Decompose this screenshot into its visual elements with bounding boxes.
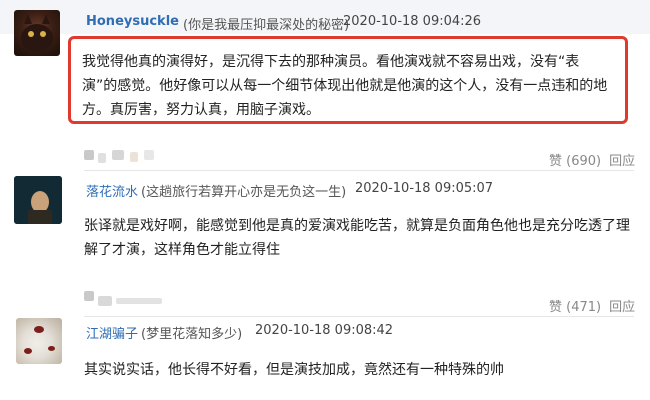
avatar[interactable] xyxy=(14,176,62,224)
blurred-user-marker xyxy=(98,153,106,163)
comment-signature: (你是我最压抑最深处的秘密) xyxy=(183,18,350,33)
lychee-spot xyxy=(24,348,32,354)
blurred-user-marker xyxy=(116,298,162,304)
avatar[interactable] xyxy=(16,318,62,364)
blurred-user-marker xyxy=(84,150,94,160)
comment-signature: (这趟旅行若算开心亦是无负这一生) xyxy=(141,185,347,200)
comment-signature: (梦里花落知多少) xyxy=(141,327,243,342)
movie-still-avatar-image xyxy=(14,176,62,224)
blurred-user-marker xyxy=(112,150,124,160)
comment-text: 张译就是戏好啊，能感觉到他是真的爱演戏能吃苦，就算是负面角色他也是充分吃透了理解… xyxy=(84,218,630,258)
blurred-user-marker xyxy=(144,150,154,160)
lychee-spot xyxy=(34,326,44,333)
comment-username[interactable]: 落花流水 xyxy=(86,181,138,200)
comment-divider xyxy=(84,170,634,171)
comment-divider xyxy=(84,316,634,317)
comment-username[interactable]: 江湖骗子 xyxy=(86,323,138,342)
blurred-user-marker xyxy=(98,296,112,306)
comment-text: 我觉得他真的演得好，是沉得下去的那种演员。看他演戏就不容易出戏，没有“表演”的感… xyxy=(82,54,608,118)
reply-button[interactable]: 回应 xyxy=(609,300,635,315)
comment-username[interactable]: Honeysuckle xyxy=(86,14,179,29)
comment-actions: 赞 (690) 回应 xyxy=(549,150,635,169)
reply-button[interactable]: 回应 xyxy=(609,154,635,169)
comment-timestamp: 2020-10-18 09:08:42 xyxy=(255,323,394,338)
avatar[interactable] xyxy=(14,10,60,56)
lychee-spot xyxy=(48,346,55,351)
blurred-user-marker xyxy=(84,291,94,301)
cat-avatar-image xyxy=(21,14,53,52)
like-button[interactable]: 赞 (690) xyxy=(549,154,601,169)
comment-actions: 赞 (471) 回应 xyxy=(549,296,635,315)
blurred-user-marker xyxy=(130,152,138,162)
comment-text: 其实说实话，他长得不好看，但是演技加成，竟然还有一种特殊的帅 xyxy=(84,362,504,378)
like-button[interactable]: 赞 (471) xyxy=(549,300,601,315)
comment-timestamp: 2020-10-18 09:05:07 xyxy=(355,181,494,196)
comment-timestamp: 2020-10-18 09:04:26 xyxy=(343,14,482,29)
